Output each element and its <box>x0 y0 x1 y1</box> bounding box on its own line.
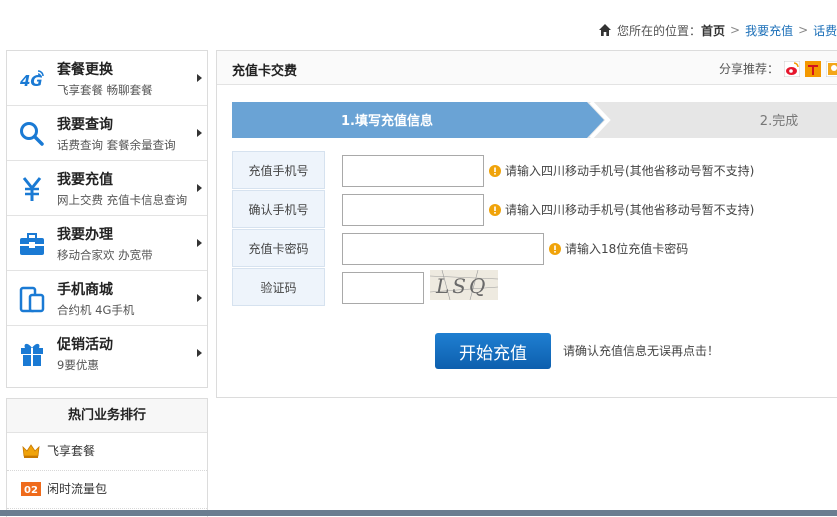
sidebar-item-subtitle: 合约机 4G手机 <box>57 303 135 317</box>
breadcrumb-separator: > <box>730 23 741 37</box>
captcha-image[interactable]: LSQ <box>430 270 498 300</box>
search-icon <box>20 122 44 146</box>
confirm-tip: 请确认充值信息无误再点击！ <box>563 344 720 358</box>
phone-hint-text: 请输入四川移动手机号(其他省移动号暂不支持) <box>505 164 755 178</box>
home-icon <box>599 24 611 36</box>
panel-title: 充值卡交费 <box>232 64 298 79</box>
confirm-phone-hint: 请输入四川移动手机号(其他省移动号暂不支持) <box>489 201 754 218</box>
phone-hint: 请输入四川移动手机号(其他省移动号暂不支持) <box>489 162 754 179</box>
hot-business-ranking: 热门业务排行 飞享套餐 02 闲时流量包 <box>6 398 208 517</box>
sidebar-menu: 4G 套餐更换 飞享套餐 畅聊套餐 我要查询 话费查询 套餐余量查询 我要充值 … <box>6 50 208 388</box>
sidebar-item-handle[interactable]: 我要办理 移动合家欢 办宽带 <box>7 216 207 271</box>
hot-ranking-item[interactable]: 飞享套餐 <box>7 433 207 471</box>
breadcrumb-recharge-link[interactable]: 我要充值 <box>745 22 793 39</box>
card-password-label: 充值卡密码 <box>232 229 325 267</box>
sidebar-item-package-change[interactable]: 4G 套餐更换 飞享套餐 畅聊套餐 <box>7 51 207 106</box>
sidebar-item-subtitle: 话费查询 套餐余量查询 <box>57 138 176 152</box>
phone-label: 充值手机号 <box>232 151 325 189</box>
captcha-label: 验证码 <box>232 268 325 306</box>
gift-icon <box>21 343 43 366</box>
breadcrumb-home-link[interactable]: 首页 <box>701 22 725 39</box>
confirm-phone-input[interactable] <box>342 194 484 226</box>
chevron-right-icon <box>197 129 202 137</box>
sidebar-item-title: 我要办理 <box>57 227 113 243</box>
recharge-card-panel: 充值卡交费 分享推荐： 1.填写充值信息 2.完成 充值手机号 请输入四川移动手… <box>216 50 837 398</box>
confirm-phone-hint-text: 请输入四川移动手机号(其他省移动号暂不支持) <box>505 203 755 217</box>
chevron-right-icon <box>197 294 202 302</box>
briefcase-icon <box>20 233 44 255</box>
rank-number: 02 <box>24 485 38 496</box>
sidebar-item-title: 促销活动 <box>57 337 113 353</box>
chevron-right-icon <box>197 184 202 192</box>
rank-badge-icon: 02 <box>21 482 41 496</box>
4g-icon: 4G <box>19 70 44 90</box>
step-progress-bar: 1.填写充值信息 2.完成 <box>232 102 837 138</box>
renren-icon[interactable] <box>826 60 837 77</box>
sidebar-item-recharge[interactable]: 我要充值 网上交费 充值卡信息查询 <box>7 161 207 216</box>
sidebar-item-query[interactable]: 我要查询 话费查询 套餐余量查询 <box>7 106 207 161</box>
warning-icon <box>489 164 501 177</box>
sidebar-item-phone-mall[interactable]: 手机商城 合约机 4G手机 <box>7 271 207 326</box>
phone-icon <box>19 286 45 313</box>
share-bar: 分享推荐： <box>719 60 837 77</box>
crown-rank-icon <box>22 444 40 458</box>
breadcrumb-separator: > <box>798 23 809 37</box>
captcha-text: LSQ <box>435 274 488 298</box>
card-password-hint: 请输入18位充值卡密码 <box>549 240 688 257</box>
captcha-input[interactable] <box>342 272 424 304</box>
sidebar-item-promotions[interactable]: 促销活动 9要优惠 <box>7 326 207 381</box>
chevron-right-icon <box>197 349 202 357</box>
hot-ranking-item-label: 闲时流量包 <box>47 482 108 496</box>
sidebar-item-subtitle: 9要优惠 <box>57 358 99 372</box>
confirm-phone-label: 确认手机号 <box>232 190 325 228</box>
tencent-icon[interactable] <box>805 60 822 77</box>
step-1-label: 1.填写充值信息 <box>341 113 433 129</box>
sidebar-item-title: 手机商城 <box>57 282 113 298</box>
sidebar-item-subtitle: 飞享套餐 畅聊套餐 <box>57 83 153 97</box>
weibo-icon[interactable] <box>784 60 801 77</box>
warning-icon <box>549 242 561 255</box>
sidebar-item-title: 我要充值 <box>57 172 113 188</box>
warning-icon <box>489 203 501 216</box>
sidebar-item-title: 我要查询 <box>57 117 113 133</box>
breadcrumb: 您所在的位置： 首页 > 我要充值 > 话费充 <box>598 22 837 38</box>
breadcrumb-prefix: 您所在的位置： <box>617 23 702 38</box>
step-2-label: 2.完成 <box>760 114 798 129</box>
card-password-input[interactable] <box>342 233 544 265</box>
card-password-hint-text: 请输入18位充值卡密码 <box>565 242 689 256</box>
sidebar-item-title: 套餐更换 <box>57 62 113 78</box>
start-recharge-button[interactable]: 开始充值 <box>435 333 551 369</box>
yuan-icon <box>22 177 42 201</box>
hot-ranking-title: 热门业务排行 <box>7 399 207 433</box>
panel-header: 充值卡交费 分享推荐： <box>217 51 837 85</box>
window-bottom-bar <box>0 510 837 516</box>
chevron-right-icon <box>197 74 202 82</box>
breadcrumb-bill-recharge-link[interactable]: 话费充 <box>813 22 837 39</box>
phone-input[interactable] <box>342 155 484 187</box>
hot-ranking-item-label: 飞享套餐 <box>47 444 96 458</box>
hot-ranking-item[interactable]: 02 闲时流量包 <box>7 471 207 509</box>
chevron-right-icon <box>197 239 202 247</box>
sidebar-item-subtitle: 网上交费 充值卡信息查询 <box>57 193 188 207</box>
sidebar-item-subtitle: 移动合家欢 办宽带 <box>57 248 153 262</box>
share-label: 分享推荐： <box>719 62 780 76</box>
